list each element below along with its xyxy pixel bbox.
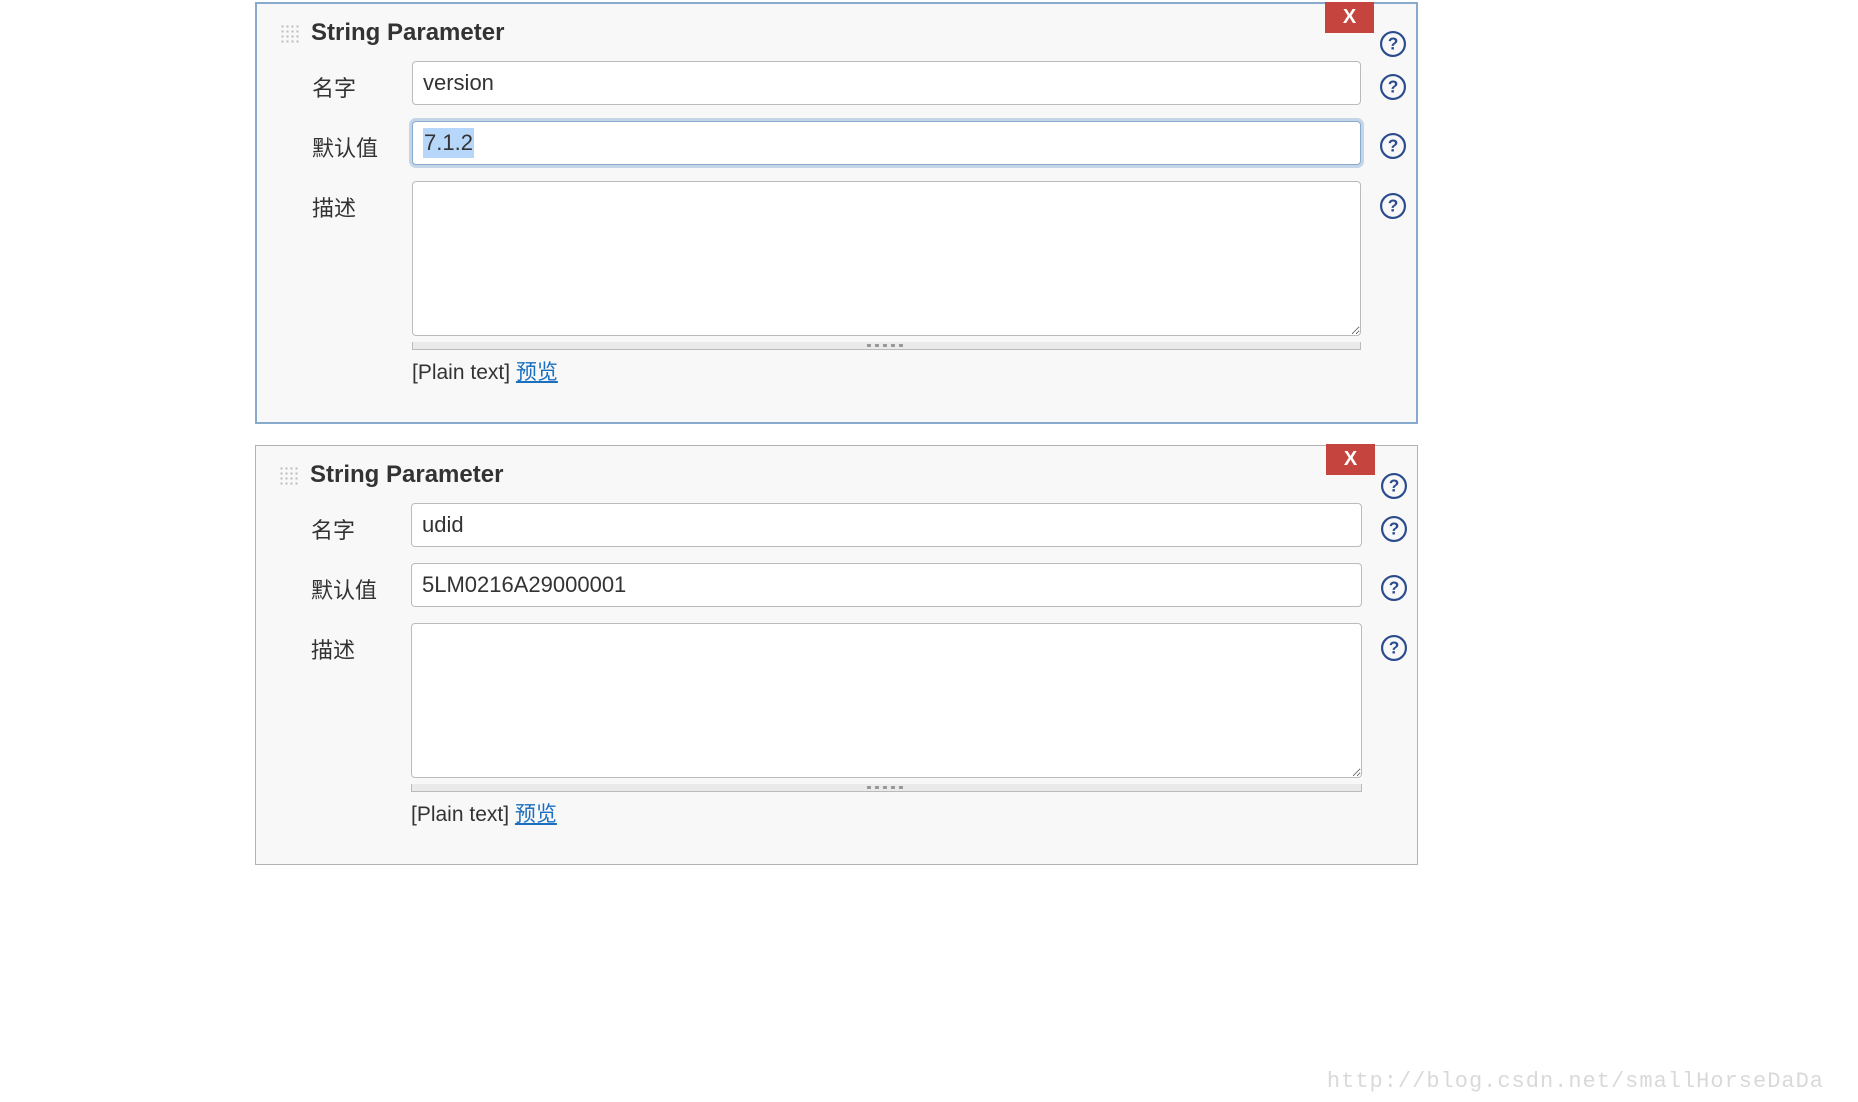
svg-text:?: ?	[1389, 518, 1400, 538]
help-icon[interactable]: ?	[1380, 193, 1406, 219]
help-icon[interactable]: ?	[1381, 516, 1407, 542]
name-input[interactable]	[411, 503, 1362, 547]
description-label: 描述	[311, 623, 411, 665]
svg-text:?: ?	[1388, 33, 1399, 53]
textarea-resize-bar[interactable]	[412, 342, 1361, 350]
parameter-block-version: X ? ? ? ? String Parameter 名字 默认值 7.1.2	[255, 2, 1418, 424]
help-icon[interactable]: ?	[1380, 31, 1406, 57]
default-value-label: 默认值	[312, 121, 412, 163]
description-textarea[interactable]	[411, 623, 1362, 778]
name-label: 名字	[311, 503, 411, 545]
parameter-title: String Parameter	[311, 19, 504, 47]
default-value-label: 默认值	[311, 563, 411, 605]
svg-text:?: ?	[1389, 577, 1400, 597]
parameter-block-udid: X ? ? ? ? String Parameter 名字 默认值	[255, 445, 1418, 865]
default-value-input[interactable]: 7.1.2	[412, 121, 1361, 165]
help-icon[interactable]: ?	[1381, 575, 1407, 601]
name-input[interactable]	[412, 61, 1361, 105]
plain-text-label: [Plain text]	[411, 803, 509, 826]
svg-text:?: ?	[1388, 76, 1399, 96]
textarea-resize-bar[interactable]	[411, 784, 1362, 792]
watermark-text: http://blog.csdn.net/smallHorseDaDa	[1327, 1069, 1824, 1094]
parameter-header: String Parameter	[279, 19, 1361, 47]
help-icon[interactable]: ?	[1381, 473, 1407, 499]
name-label: 名字	[312, 61, 412, 103]
description-textarea[interactable]	[412, 181, 1361, 336]
parameter-title: String Parameter	[310, 461, 503, 489]
default-value-input[interactable]	[411, 563, 1362, 607]
preview-link[interactable]: 预览	[516, 361, 558, 384]
help-icon[interactable]: ?	[1380, 133, 1406, 159]
drag-handle-icon[interactable]	[278, 465, 298, 485]
drag-handle-icon[interactable]	[279, 23, 299, 43]
delete-parameter-button[interactable]: X	[1325, 2, 1374, 33]
svg-text:?: ?	[1388, 135, 1399, 155]
plain-text-label: [Plain text]	[412, 361, 510, 384]
parameter-header: String Parameter	[278, 461, 1362, 489]
svg-text:?: ?	[1388, 195, 1399, 215]
svg-text:?: ?	[1389, 637, 1400, 657]
help-icon[interactable]: ?	[1381, 635, 1407, 661]
preview-link[interactable]: 预览	[515, 803, 557, 826]
description-label: 描述	[312, 181, 412, 223]
help-icon[interactable]: ?	[1380, 74, 1406, 100]
delete-parameter-button[interactable]: X	[1326, 444, 1375, 475]
svg-text:?: ?	[1389, 475, 1400, 495]
